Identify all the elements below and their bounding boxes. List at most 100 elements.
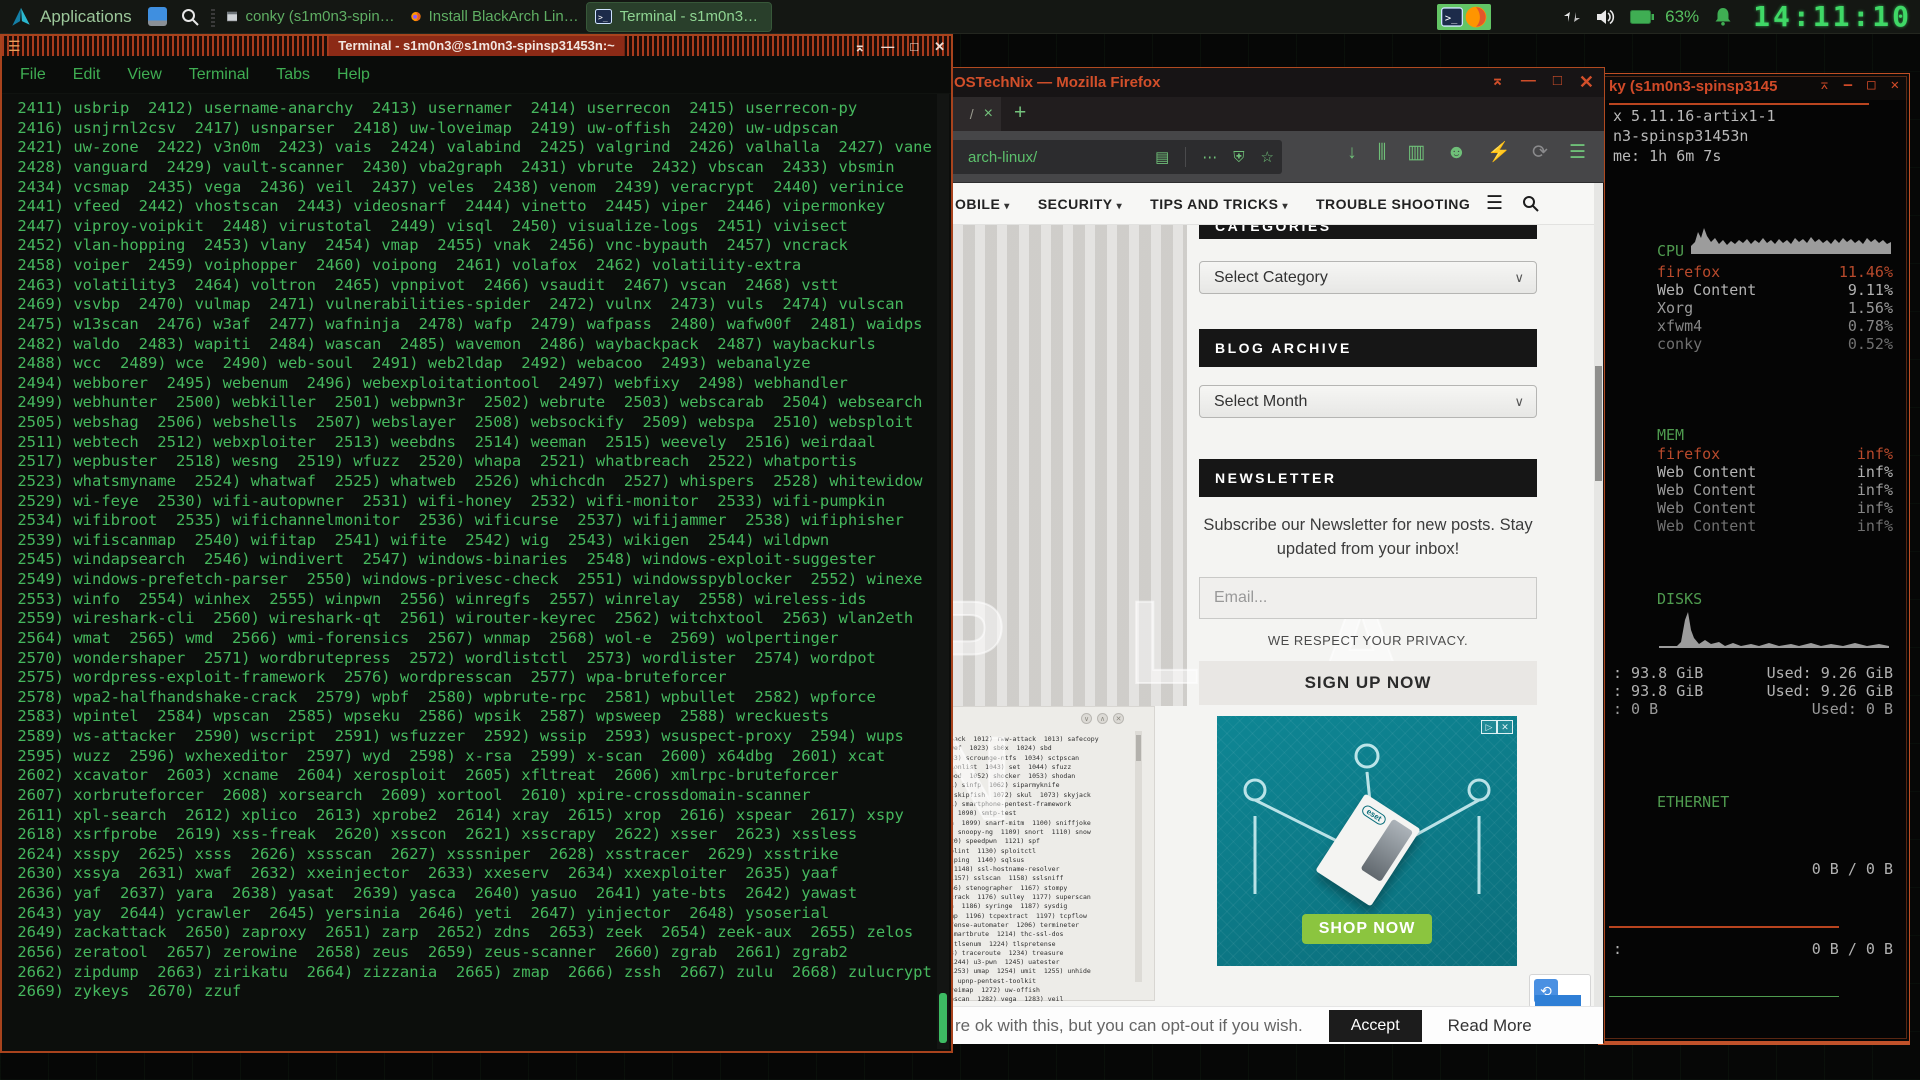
terminal-scrollbar-thumb[interactable] — [939, 993, 947, 1043]
maximize-icon[interactable]: □ — [1867, 78, 1875, 92]
conky-mem-proc-row: Web Contentinf% — [1657, 517, 1893, 535]
terminal-icon[interactable]: >_ — [1441, 6, 1463, 28]
nav-item-troubleshooting[interactable]: TROUBLE SHOOTING — [1316, 196, 1470, 212]
menu-file[interactable]: File — [20, 66, 46, 84]
downloads-icon[interactable]: ↓ — [1347, 143, 1357, 162]
new-tab-button[interactable]: + — [1014, 101, 1026, 125]
maximize-dot-icon: ∧ — [1097, 713, 1108, 724]
battery-icon[interactable] — [1630, 10, 1654, 24]
nav-item-security[interactable]: SECURITY▾ — [1038, 196, 1122, 212]
menu-terminal[interactable]: Terminal — [189, 66, 249, 84]
firefox-window-title: OSTechNix — Mozilla Firefox — [954, 74, 1160, 91]
conky-cpu-proc-row: conky0.52% — [1657, 335, 1893, 353]
menu-tabs[interactable]: Tabs — [276, 66, 310, 84]
menu-view[interactable]: View — [127, 66, 161, 84]
taskbar-item-terminal[interactable]: >_ Terminal - s1m0n3… — [587, 3, 771, 31]
advertisement[interactable]: ▷✕ eset SHOP NOW — [1217, 716, 1517, 966]
conky-window: ky (s1m0n3-spinsp3145 ⌅ — □ ✕ x 5.11.16-… — [1598, 73, 1910, 1045]
ad-choices-icons[interactable]: ▷✕ — [1481, 720, 1513, 734]
conky-disk-row: : 93.8 GiBUsed: 9.26 GiB — [1613, 682, 1893, 700]
nav-item-mobile[interactable]: OBILE▾ — [955, 196, 1010, 212]
taskbar-item-conky[interactable]: conky (s1m0n3-spin… — [219, 3, 403, 31]
site-sidebar: CATEGORIES Select Category ∨ BLOG ARCHIV… — [1199, 183, 1537, 1006]
pocket-icon[interactable]: ⛨ — [1233, 149, 1244, 166]
conky-uptime: me: 1h 6m 7s — [1613, 147, 1721, 165]
window-menu-icon[interactable]: ☰ — [8, 38, 21, 55]
menu-help[interactable]: Help — [337, 66, 370, 84]
bookmark-star-icon[interactable]: ☆ — [1261, 148, 1274, 166]
nav-item-tips[interactable]: TIPS AND TRICKS▾ — [1150, 196, 1288, 212]
signup-button[interactable]: SIGN UP NOW — [1199, 661, 1537, 705]
conky-mem-proc-row: Web Contentinf% — [1657, 463, 1893, 481]
minimize-icon[interactable]: — — [881, 40, 894, 53]
ad-brand-label: eset — [1360, 803, 1388, 826]
close-icon[interactable]: ✕ — [1579, 73, 1594, 91]
url-text[interactable]: arch-linux/ — [968, 149, 1037, 166]
svg-text:>_: >_ — [598, 13, 608, 22]
terminal-output[interactable]: 2411) usbrip 2412) username-anarchy 2413… — [4, 94, 937, 1049]
tab-close-icon[interactable]: × — [984, 105, 993, 123]
shop-now-button[interactable]: SHOP NOW — [1302, 914, 1432, 944]
read-more-link[interactable]: Read More — [1448, 1016, 1532, 1036]
library-icon[interactable]: ⫼ — [1378, 143, 1387, 162]
network-arrows-icon[interactable] — [1562, 9, 1582, 25]
show-desktop-icon[interactable] — [148, 7, 167, 26]
notification-tray[interactable]: >_ — [1437, 4, 1491, 30]
accept-cookies-button[interactable]: Accept — [1329, 1010, 1422, 1042]
screenshot-package-list: gpack 1012) rww-attack 1013) safecopy aw… — [946, 735, 1099, 1006]
applications-menu[interactable]: Applications — [0, 0, 142, 33]
email-field[interactable] — [1199, 577, 1537, 619]
conky-mem-proc-row: firefoxinf% — [1657, 445, 1893, 463]
close-icon[interactable]: ✕ — [934, 40, 945, 53]
reader-mode-icon[interactable]: ▤ — [1155, 148, 1169, 166]
volume-icon[interactable] — [1596, 8, 1616, 26]
chevron-down-icon: ∨ — [1514, 270, 1524, 286]
conky-cpu-label: CPU — [1657, 242, 1684, 260]
search-icon[interactable] — [181, 8, 199, 26]
maximize-icon[interactable]: □ — [910, 40, 918, 53]
minimize-icon[interactable]: — — [1844, 78, 1852, 92]
minimize-icon[interactable]: — — [1521, 73, 1536, 91]
conky-mem-proc-row: Web Contentinf% — [1657, 499, 1893, 517]
page-scrollbar-thumb[interactable] — [1595, 366, 1602, 481]
privacy-note: WE RESPECT YOUR PRIVACY. — [1199, 633, 1537, 648]
month-select[interactable]: Select Month ∨ — [1199, 385, 1537, 418]
page-actions-icon[interactable]: ⋯ — [1202, 148, 1217, 166]
conky-separator — [1609, 103, 1869, 105]
scroll-to-top-button[interactable]: ∧ — [1535, 995, 1581, 1006]
battery-percentage: 63% — [1665, 7, 1699, 27]
bell-icon[interactable] — [1714, 7, 1732, 26]
shade-icon[interactable]: ⌅ — [854, 40, 865, 53]
firefox-icon[interactable] — [1465, 6, 1487, 28]
package-list: 2411) usbrip 2412) username-anarchy 2413… — [4, 94, 937, 1002]
conky-ethernet-row2: :0 B / 0 B — [1613, 940, 1893, 958]
conky-cpu-proc-row: firefox11.46% — [1657, 263, 1893, 281]
menu-hamburger-icon[interactable]: ☰ — [1569, 143, 1586, 162]
page-scrollbar[interactable] — [1594, 183, 1603, 1006]
account-icon[interactable]: ☻ — [1446, 143, 1466, 162]
terminal-scrollbar[interactable] — [937, 94, 949, 1049]
category-select[interactable]: Select Category ∨ — [1199, 261, 1537, 294]
shade-icon[interactable]: ⌅ — [1491, 73, 1504, 91]
close-icon[interactable]: ✕ — [1891, 78, 1899, 92]
svg-text:>_: >_ — [1445, 12, 1458, 24]
conky-titlebar[interactable]: ky (s1m0n3-spinsp3145 ⌅ — □ ✕ — [1599, 74, 1909, 100]
screenshot-scrollbar — [1135, 731, 1142, 982]
top-panel: Applications conky (s1m0n3-spin… — [0, 0, 1920, 34]
history-refresh-icon[interactable]: ⟳ — [1532, 143, 1548, 162]
conky-disks-label: DISKS — [1657, 590, 1702, 608]
maximize-icon[interactable]: □ — [1553, 73, 1562, 91]
tab-title-end: / — [970, 106, 974, 122]
terminal-titlebar[interactable]: ☰ Terminal - s1m0n3@s1m0n3-spinsp31453n:… — [2, 36, 951, 56]
url-separator — [1185, 147, 1186, 167]
window-icon — [227, 9, 238, 24]
menu-edit[interactable]: Edit — [73, 66, 101, 84]
panel-separator — [211, 7, 215, 27]
taskbar-item-firefox[interactable]: Install BlackArch Lin… — [403, 3, 587, 31]
site-menu-icon[interactable]: ☰ — [1486, 192, 1503, 215]
terminal-menubar: File Edit View Terminal Tabs Help — [2, 56, 951, 94]
sidebar-toggle-icon[interactable]: ▥ — [1407, 143, 1425, 162]
extension-lightning-icon[interactable]: ⚡ — [1487, 143, 1511, 162]
site-search-icon[interactable] — [1522, 195, 1539, 212]
shade-icon[interactable]: ⌅ — [1820, 78, 1828, 92]
